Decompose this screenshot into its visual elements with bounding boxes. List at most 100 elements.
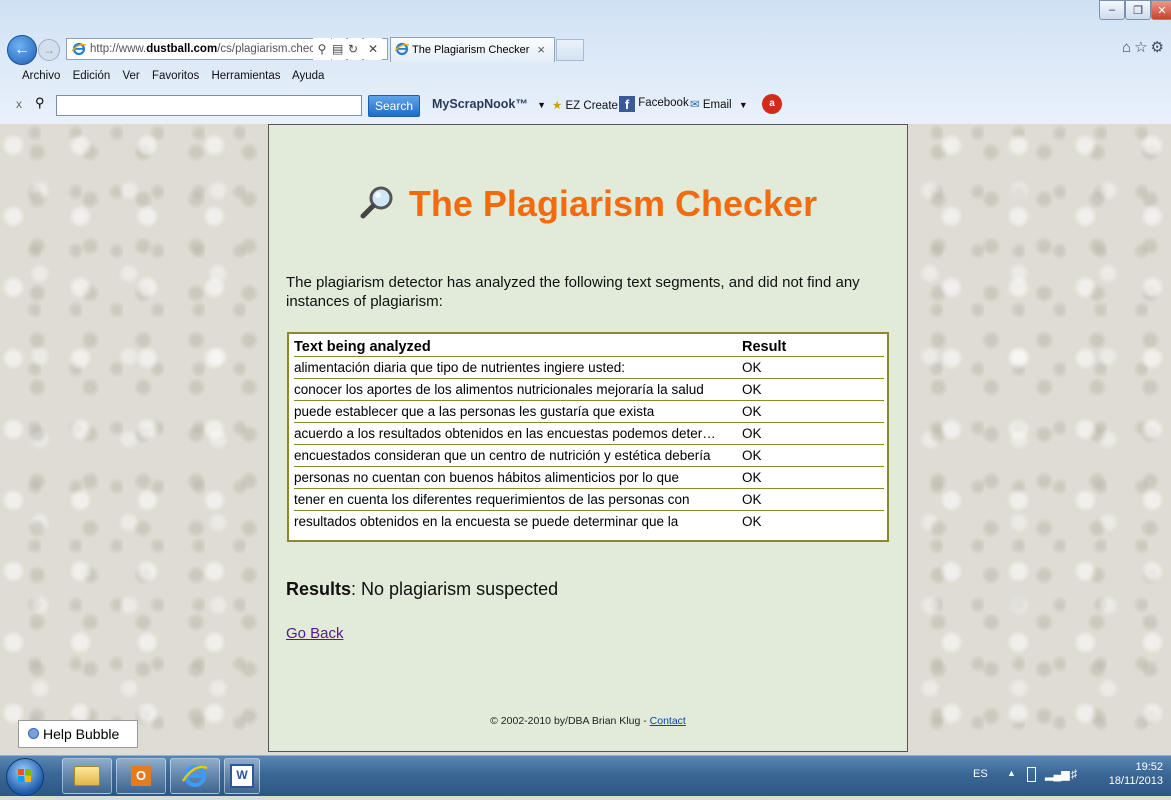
url-host: dustball.com [146,43,218,55]
results-text: : No plagiarism suspected [351,579,559,599]
clock[interactable]: 19:52 18/11/2013 [1103,760,1163,788]
address-search-icon[interactable]: ⚲ [313,38,331,60]
facebook-label: Facebook [638,97,689,109]
ie-page-icon [72,42,86,56]
menu-favoritos[interactable]: Favoritos [152,70,199,82]
table-row: encuestados consideran que un centro de … [294,444,884,467]
table-header-row: Text being analyzed Result [294,339,884,357]
taskbar-internet-explorer[interactable] [170,758,220,794]
show-hidden-icons-icon[interactable]: ▲ [1007,768,1016,778]
language-indicator[interactable]: ES [973,768,988,780]
browser-chrome: – ❐ ✕ ← → http://www.dustball.com/cs/pla… [0,0,1171,124]
menu-bar: Archivo Edición Ver Favoritos Herramient… [0,66,1171,87]
menu-edicion[interactable]: Edición [73,70,111,82]
tab-close-icon[interactable]: × [537,38,545,62]
email-label: Email [702,99,732,111]
clock-date: 18/11/2013 [1108,775,1163,787]
network-icon[interactable]: ▂▄▆ [1045,768,1070,781]
menu-archivo[interactable]: Archivo [22,70,60,82]
back-button[interactable]: ← [7,35,37,65]
segment-result: OK [742,444,884,467]
new-tab-button[interactable] [556,39,584,61]
ask-logo-icon[interactable]: a [762,94,782,114]
go-back-link[interactable]: Go Back [286,625,344,642]
gear-icon[interactable]: ⚙ [1151,39,1167,56]
myscrapnook-menu[interactable]: MyScrapNook™ ▼ [432,97,546,111]
table-row: acuerdo a los resultados obtenidos en la… [294,422,884,445]
results-summary: Results: No plagiarism suspected [286,579,558,600]
table-row: alimentación diaria que tipo de nutrient… [294,356,884,379]
maximize-button[interactable]: ❐ [1125,0,1151,20]
outlook-icon: O [131,766,151,786]
taskbar-word[interactable]: W [224,758,260,794]
copyright-text: © 2002-2010 by/DBA Brian Klug - [490,715,650,727]
tab-title: The Plagiarism Checker [412,44,530,56]
segments-table: Text being analyzed Result alimentación … [294,339,884,532]
compat-icon[interactable]: ▤ [332,38,346,60]
url-prefix: http://www. [90,43,147,55]
stop-icon[interactable]: ✕ [364,38,382,60]
ez-create-icon: ★ [552,100,563,112]
header-text-analyzed: Text being analyzed [294,339,742,357]
clock-time: 19:52 [1135,761,1163,773]
battery-icon[interactable] [1027,767,1036,782]
toolbar-search-button[interactable]: Search [368,95,420,117]
myscrapnook-label: MyScrapNook™ [432,97,528,111]
browser-right-icons: ⌂☆⚙ [1122,38,1167,56]
segment-text: resultados obtenidos en la encuesta se p… [294,514,679,529]
windows-taskbar: O W ES ▲ ▂▄▆ ♯ 19:52 18/11/2013 [0,755,1171,796]
help-bubble-icon [28,728,39,739]
system-tray: ES ▲ ▂▄▆ ♯ 19:52 18/11/2013 [973,756,1163,796]
dropdown-arrow-icon: ▼ [537,100,546,110]
toolbar-search-input[interactable] [56,95,362,116]
toolbar-close-icon[interactable]: x [16,97,22,111]
help-bubble-button[interactable]: Help Bubble [18,720,138,748]
volume-icon[interactable]: ♯ [1071,767,1077,781]
results-label: Results [286,579,352,599]
dropdown-arrow-icon: ▼ [738,100,748,110]
taskbar-outlook[interactable]: O [116,758,166,794]
table-row: personas no cuentan con buenos hábitos a… [294,466,884,489]
menu-ver[interactable]: Ver [122,70,139,82]
segment-text: encuestados consideran que un centro de … [294,444,742,467]
segment-text: alimentación diaria que tipo de nutrient… [294,356,742,379]
segment-result: OK [742,466,884,489]
minimize-button[interactable]: – [1099,0,1125,20]
windows-logo-icon [18,769,31,782]
word-icon: W [230,764,254,788]
home-icon[interactable]: ⌂ [1122,39,1134,56]
ie-icon [182,765,208,787]
forward-button[interactable]: → [38,39,60,61]
contact-link[interactable]: Contact [650,715,686,727]
forward-arrow-icon: → [43,43,55,57]
ez-create-button[interactable]: ★ EZ Create [552,98,618,112]
header-result: Result [742,339,884,357]
results-table: Text being analyzed Result alimentación … [287,332,889,542]
segment-text: tener en cuenta los diferentes requerimi… [294,488,742,511]
close-window-button[interactable]: ✕ [1151,0,1171,20]
menu-herramientas[interactable]: Herramientas [211,70,280,82]
facebook-icon: f [619,96,635,112]
refresh-icon[interactable]: ↻ [348,38,362,60]
email-button[interactable]: ✉ Email ▼ [690,97,748,111]
page-footer: © 2002-2010 by/DBA Brian Klug - Contact [269,715,907,727]
page-title: The Plagiarism Checker [269,183,907,225]
segment-result: OK [742,400,884,423]
email-icon: ✉ [690,99,700,111]
help-bubble-label: Help Bubble [43,726,120,742]
segment-text: personas no cuentan con buenos hábitos a… [294,466,742,489]
segment-result: OK [742,378,884,401]
table-row: resultados obtenidos en la encuesta se p… [294,511,884,533]
segment-result: OK [742,488,884,511]
facebook-button[interactable]: f Facebook [619,96,689,112]
tab-plagiarism-checker[interactable]: The Plagiarism Checker × [390,37,555,62]
start-button[interactable] [6,758,44,796]
menu-ayuda[interactable]: Ayuda [292,70,324,82]
intro-text: The plagiarism detector has analyzed the… [286,274,860,310]
favorites-star-icon[interactable]: ☆ [1134,39,1150,56]
table-row: puede establecer que a las personas les … [294,400,884,423]
folder-icon [74,766,100,786]
segment-result: OK [742,422,884,445]
taskbar-explorer[interactable] [62,758,112,794]
magnifier-icon [360,186,393,219]
